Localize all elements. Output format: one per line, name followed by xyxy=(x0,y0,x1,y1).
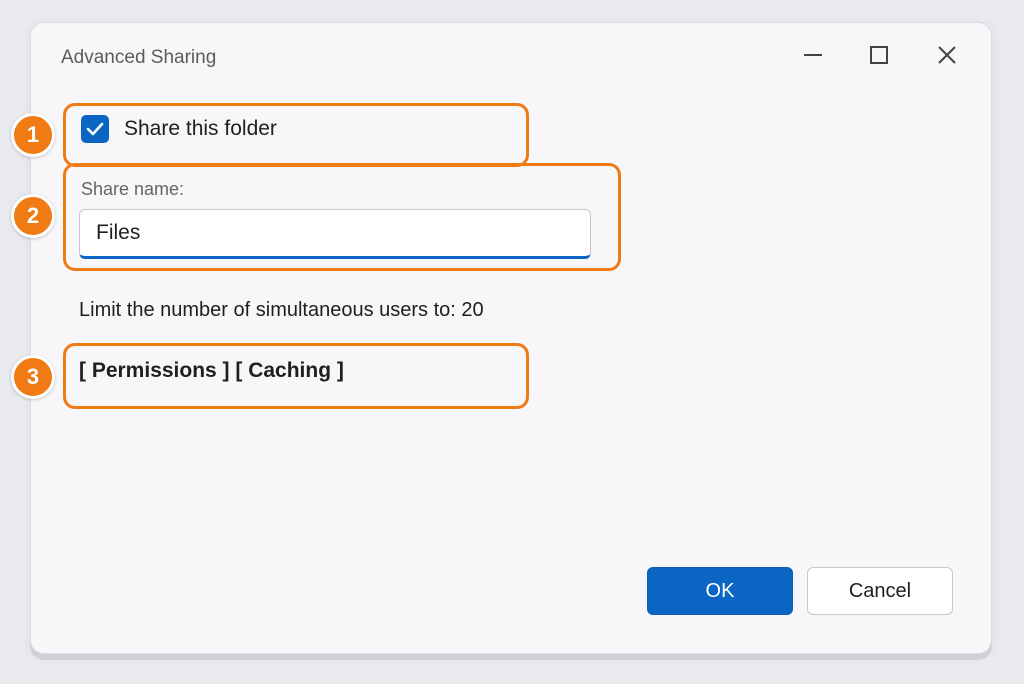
cancel-button[interactable]: Cancel xyxy=(807,567,953,615)
share-name-input[interactable] xyxy=(79,209,591,259)
checkmark-icon xyxy=(86,122,104,136)
ok-button[interactable]: OK xyxy=(647,567,793,615)
maximize-button[interactable] xyxy=(857,37,901,73)
callout-badge-2: 2 xyxy=(11,194,55,238)
minimize-button[interactable] xyxy=(791,37,835,73)
permissions-caching-links[interactable]: [ Permissions ] [ Caching ] xyxy=(79,359,344,383)
window-title: Advanced Sharing xyxy=(61,47,217,68)
callout-badge-1: 1 xyxy=(11,113,55,157)
close-button[interactable] xyxy=(925,37,969,73)
share-folder-checkbox[interactable] xyxy=(81,115,109,143)
user-limit-text: Limit the number of simultaneous users t… xyxy=(79,299,484,321)
callout-badge-3: 3 xyxy=(11,355,55,399)
advanced-sharing-dialog: Advanced Sharing 1 Share this folder 2 S… xyxy=(11,22,992,654)
share-name-label: Share name: xyxy=(81,179,185,199)
maximize-icon xyxy=(870,46,888,64)
close-icon xyxy=(938,46,956,64)
share-folder-label: Share this folder xyxy=(124,117,277,140)
minimize-icon xyxy=(804,54,822,56)
